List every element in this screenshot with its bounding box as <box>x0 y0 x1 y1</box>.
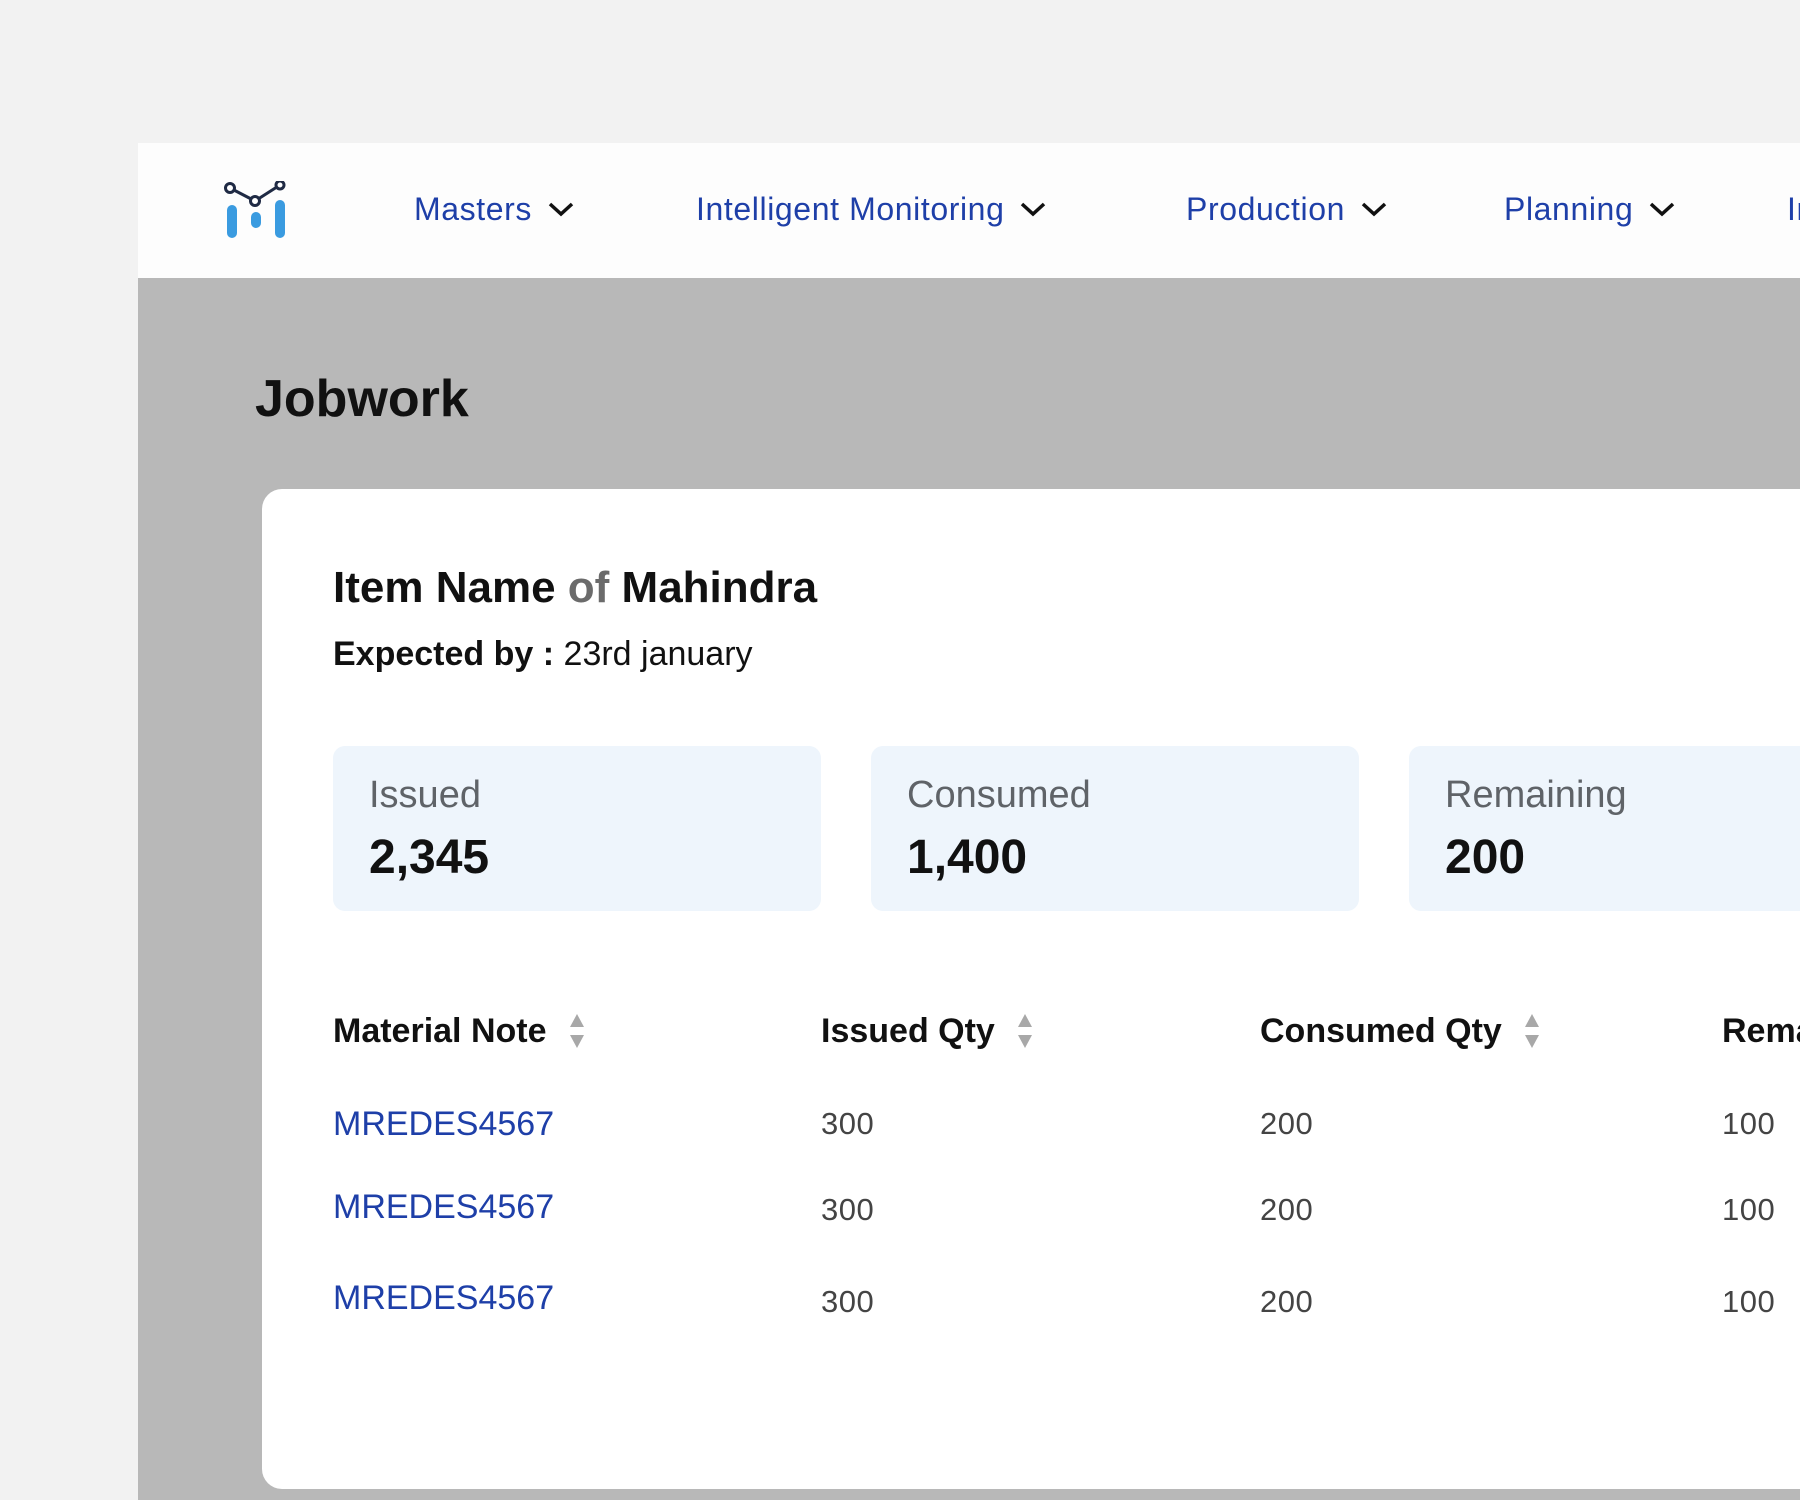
material-note-link[interactable]: MREDES4567 <box>333 1279 554 1318</box>
page-title: Jobwork <box>255 370 469 428</box>
item-company: Mahindra <box>621 563 818 612</box>
nav-item-inventory[interactable]: Inve <box>1787 187 1800 231</box>
issued-qty-cell: 300 <box>821 1106 875 1141</box>
nav-item-label: Intelligent Monitoring <box>696 190 1005 227</box>
stat-card-consumed: Consumed 1,400 <box>871 746 1359 911</box>
material-note-link[interactable]: MREDES4567 <box>333 1105 554 1144</box>
expected-label: Expected by : <box>333 635 555 673</box>
chevron-down-icon <box>548 202 574 217</box>
item-title: Item Name of Mahindra <box>333 563 817 613</box>
column-header-label: Consumed Qty <box>1260 1011 1502 1050</box>
jobwork-card: Item Name of Mahindra Expected by : 23rd… <box>262 489 1800 1489</box>
chevron-down-icon <box>1650 202 1675 217</box>
chevron-down-icon <box>1361 202 1387 217</box>
consumed-qty-cell: 200 <box>1260 1192 1314 1227</box>
app-window: Masters Intelligent Monitoring Productio… <box>138 143 1800 1500</box>
stat-value: 2,345 <box>369 831 490 884</box>
stat-card-remaining: Remaining 200 <box>1409 746 1800 911</box>
issued-qty-cell: 300 <box>821 1192 875 1227</box>
column-header-label: Material Note <box>333 1011 547 1050</box>
logo-icon[interactable] <box>224 181 288 241</box>
expected-by: Expected by : 23rd january <box>333 635 753 674</box>
nav-item-intelligent-monitoring[interactable]: Intelligent Monitoring <box>696 187 1046 231</box>
column-header-material-note[interactable]: Material Note <box>333 1011 585 1051</box>
consumed-qty-cell: 200 <box>1260 1106 1314 1141</box>
consumed-qty-cell: 200 <box>1260 1284 1314 1319</box>
remaining-qty-cell: 100 <box>1722 1284 1776 1319</box>
column-header-label: Rema <box>1722 1011 1800 1050</box>
column-header-label: Issued Qty <box>821 1011 995 1050</box>
stat-card-issued: Issued 2,345 <box>333 746 821 911</box>
top-navbar: Masters Intelligent Monitoring Productio… <box>138 143 1800 278</box>
sort-icon[interactable] <box>569 1012 585 1050</box>
issued-qty-cell: 300 <box>821 1284 875 1319</box>
stat-label: Consumed <box>907 774 1091 816</box>
column-header-remaining[interactable]: Rema <box>1722 1011 1800 1051</box>
material-note-link[interactable]: MREDES4567 <box>333 1188 554 1227</box>
stat-value: 200 <box>1445 831 1526 884</box>
column-header-consumed-qty[interactable]: Consumed Qty <box>1260 1011 1540 1051</box>
stat-label: Issued <box>369 774 481 816</box>
item-name: Item Name <box>333 563 556 612</box>
sort-icon[interactable] <box>1017 1012 1033 1050</box>
nav-item-label: Masters <box>414 190 532 227</box>
chevron-down-icon <box>1021 202 1046 217</box>
nav-item-planning[interactable]: Planning <box>1504 187 1675 231</box>
stat-value: 1,400 <box>907 831 1028 884</box>
stat-label: Remaining <box>1445 774 1627 816</box>
sort-icon[interactable] <box>1524 1012 1540 1050</box>
nav-item-label: Inve <box>1787 190 1800 227</box>
nav-item-label: Production <box>1186 190 1345 227</box>
column-header-issued-qty[interactable]: Issued Qty <box>821 1011 1033 1051</box>
nav-item-production[interactable]: Production <box>1186 187 1387 231</box>
nav-item-masters[interactable]: Masters <box>414 187 574 231</box>
remaining-qty-cell: 100 <box>1722 1192 1776 1227</box>
remaining-qty-cell: 100 <box>1722 1106 1776 1141</box>
expected-value: 23rd january <box>563 635 753 673</box>
item-of-text: of <box>567 563 610 612</box>
nav-item-label: Planning <box>1504 190 1634 227</box>
